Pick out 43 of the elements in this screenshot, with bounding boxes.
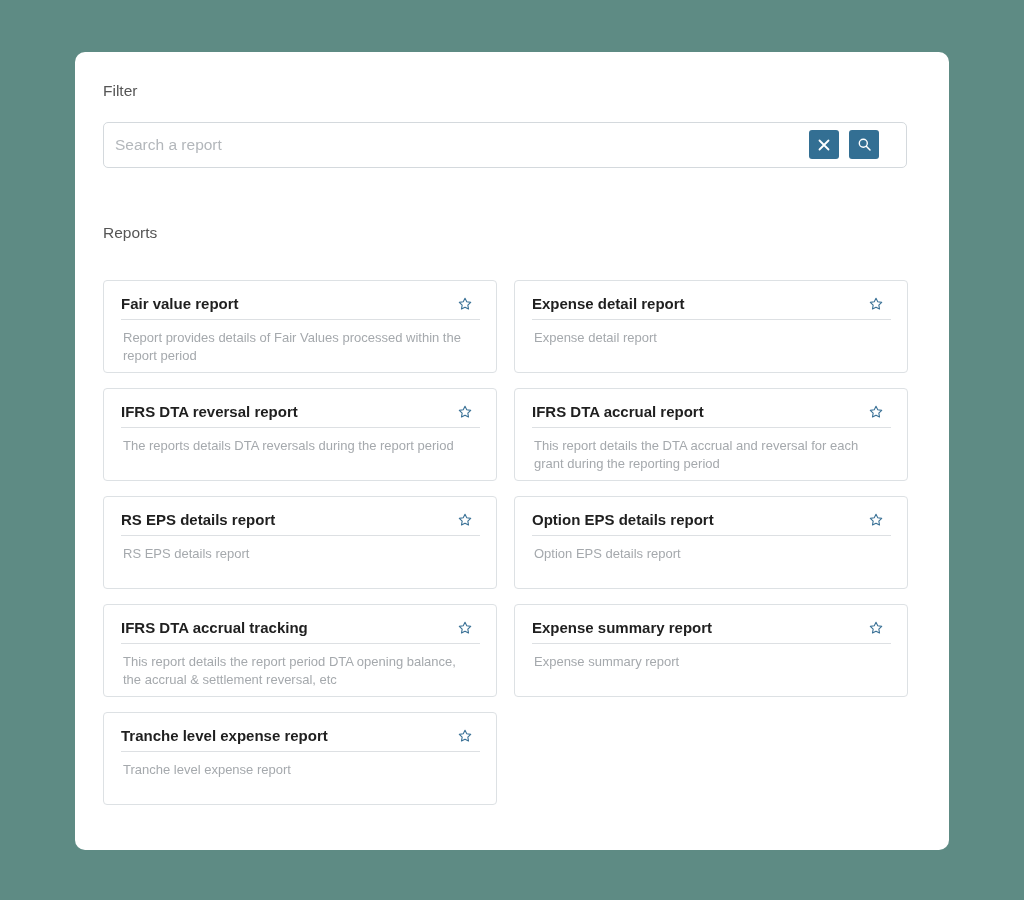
clear-button[interactable] [809,130,839,159]
report-title: Option EPS details report [532,511,714,528]
search-icon [857,138,871,151]
report-card[interactable]: IFRS DTA accrual report This report details the DTA accrual and reversal for each grant during the reporting period [514,388,908,481]
search-field[interactable]: Search a report [103,122,907,168]
star-icon[interactable] [869,404,883,419]
star-icon[interactable] [869,296,883,311]
report-title: IFRS DTA accrual tracking [121,619,308,636]
star-icon[interactable] [458,728,472,743]
star-icon[interactable] [458,296,472,311]
report-title: Expense detail report [532,295,685,312]
report-title: RS EPS details report [121,511,276,528]
report-title: Tranche level expense report [121,727,328,744]
report-description: Tranche level expense report [122,761,292,779]
star-icon[interactable] [869,512,883,527]
report-card[interactable]: Option EPS details report Option EPS details report [514,496,908,589]
section-heading: Reports [103,224,159,242]
report-description: This report details the report period DTA opening balance, the accrual & settlement reversal, etc [122,653,457,689]
report-card[interactable]: Fair value report Report provides details of Fair Values processed within the report period [103,280,497,373]
report-card[interactable]: IFRS DTA reversal report The reports details DTA reversals during the report period [103,388,497,481]
report-description: Expense summary report [533,653,681,671]
report-card[interactable]: Tranche level expense report Tranche level expense report [103,712,497,805]
report-description: Report provides details of Fair Values processed within the report period [122,329,462,365]
report-title: IFRS DTA reversal report [121,403,298,420]
report-card[interactable]: Expense summary report Expense summary report [514,604,908,697]
search-button[interactable] [849,130,879,159]
report-description: Expense detail report [533,329,658,347]
report-title: Fair value report [121,295,239,312]
report-card[interactable]: IFRS DTA accrual tracking This report details the report period DTA opening balance, the accrual & settlement reversal, etc [103,604,497,697]
report-description: Option EPS details report [533,545,682,563]
report-description: The reports details DTA reversals during the report period [122,437,455,455]
report-description: This report details the DTA accrual and reversal for each grant during the reporting period [533,437,860,473]
section-heading: Filter [103,82,139,100]
star-icon[interactable] [458,512,472,527]
star-icon[interactable] [458,404,472,419]
report-card[interactable]: RS EPS details report RS EPS details report [103,496,497,589]
report-title: IFRS DTA accrual report [532,403,704,420]
star-icon[interactable] [458,620,472,635]
close-icon [818,138,830,151]
star-icon[interactable] [869,620,883,635]
report-card[interactable]: Expense detail report Expense detail report [514,280,908,373]
report-title: Expense summary report [532,619,713,636]
report-description: RS EPS details report [122,545,251,563]
